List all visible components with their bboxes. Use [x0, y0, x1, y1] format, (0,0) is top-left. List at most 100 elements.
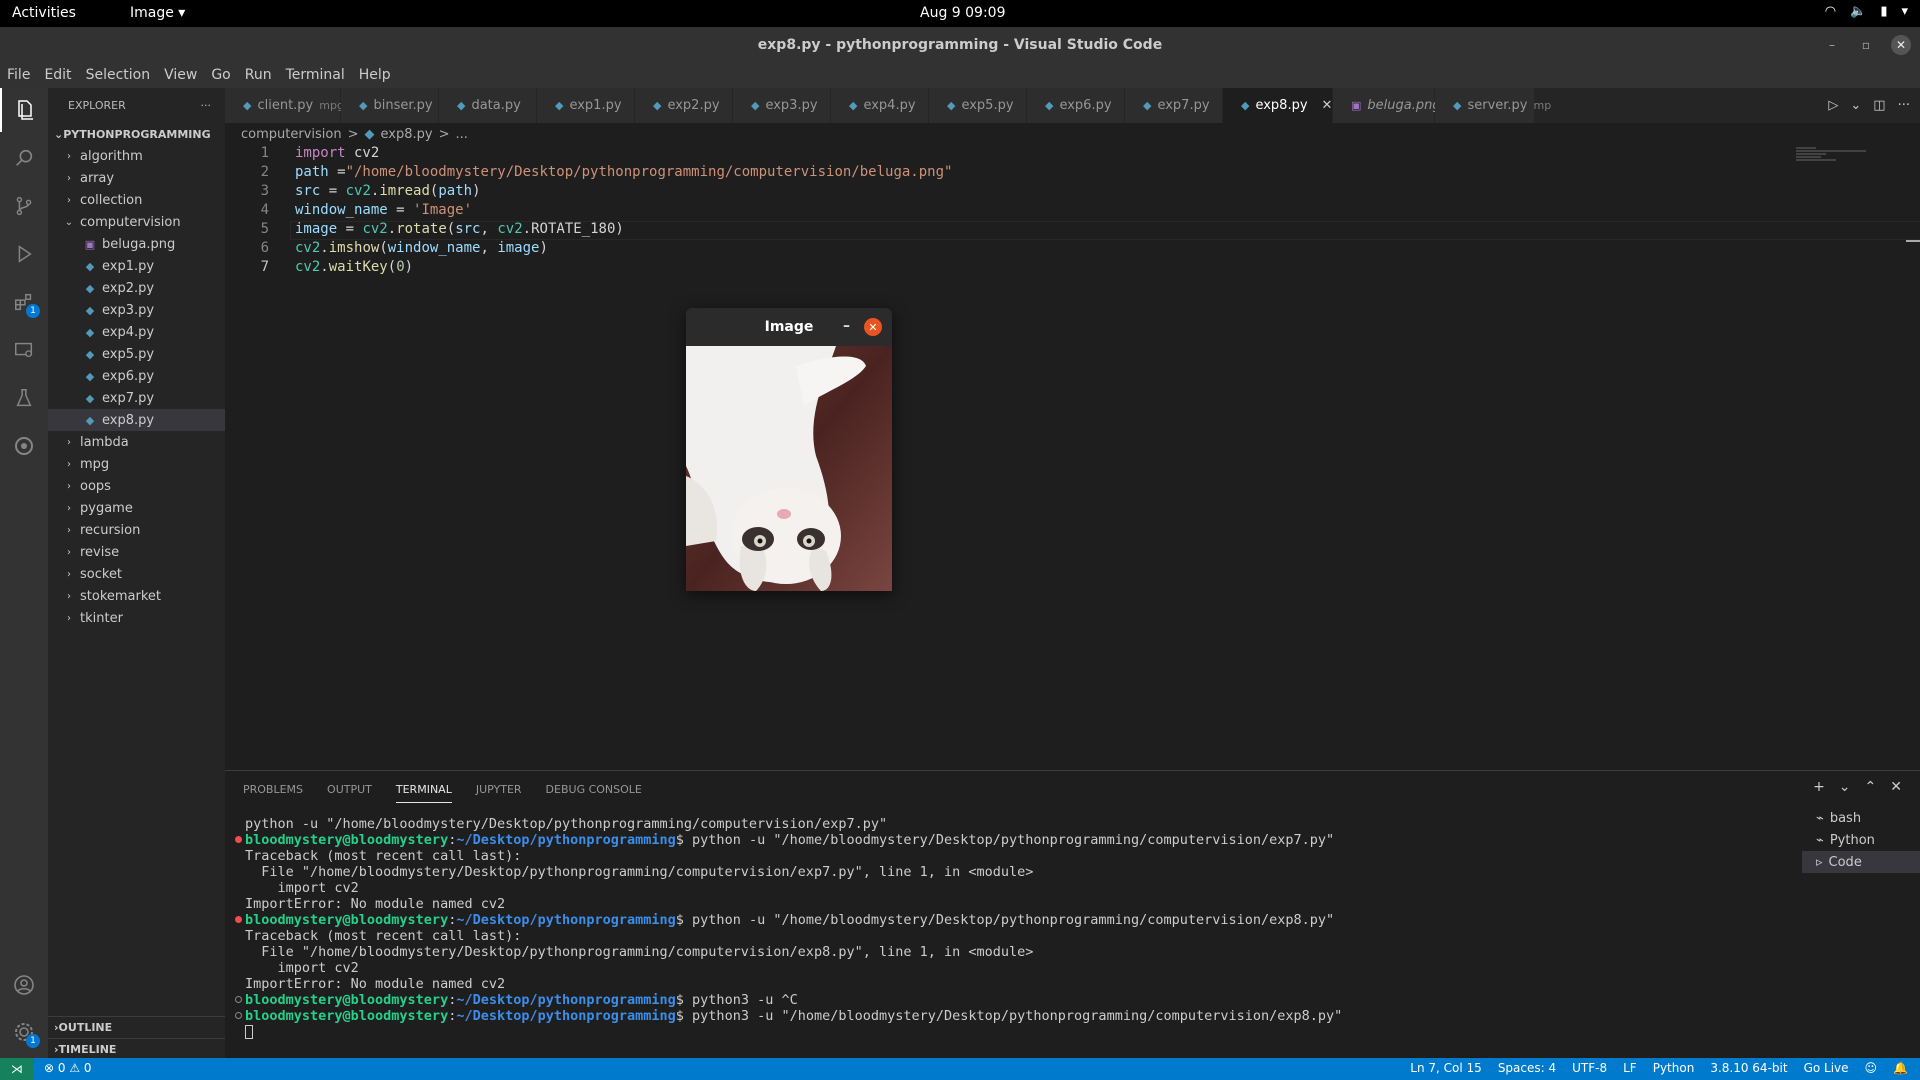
opencv-image-window[interactable]: Image – ✕: [686, 308, 892, 591]
activities-button[interactable]: Activities: [12, 5, 76, 21]
tree-folder[interactable]: › lambda: [48, 431, 225, 453]
close-window-button[interactable]: ✕: [1891, 35, 1911, 55]
tree-file[interactable]: ◆ exp2.py: [48, 277, 225, 299]
image-window-title-bar[interactable]: Image – ✕: [686, 308, 892, 346]
tab-exp2-py[interactable]: ◆ exp2.py: [635, 88, 733, 123]
accounts-icon[interactable]: [0, 963, 48, 1007]
code-line[interactable]: 3 src = cv2.imread(path): [225, 183, 481, 202]
tab-terminal[interactable]: TERMINAL: [395, 783, 452, 803]
code-line[interactable]: 2 path ="/home/bloodmystery/Desktop/pytho…: [225, 164, 953, 183]
command-decoration-icon[interactable]: [235, 996, 242, 1003]
notifications-bell-icon[interactable]: 🔔: [1893, 1061, 1908, 1075]
minimap[interactable]: [1796, 147, 1876, 167]
breadcrumb-symbol[interactable]: ...: [455, 127, 467, 142]
indentation[interactable]: Spaces: 4: [1498, 1061, 1556, 1075]
menu-view[interactable]: View: [157, 65, 204, 88]
split-editor-icon[interactable]: ◫: [1873, 98, 1885, 113]
tree-folder[interactable]: › mpg: [48, 453, 225, 475]
go-live-button[interactable]: Go Live: [1804, 1061, 1849, 1075]
menu-selection[interactable]: Selection: [79, 65, 158, 88]
tab-client-py[interactable]: ◆ client.py mpg: [225, 88, 344, 123]
breadcrumb-file[interactable]: exp8.py: [381, 127, 433, 142]
encoding[interactable]: UTF-8: [1572, 1061, 1607, 1075]
menu-edit[interactable]: Edit: [37, 65, 78, 88]
python-interpreter[interactable]: 3.8.10 64-bit: [1710, 1061, 1787, 1075]
run-debug-icon[interactable]: [0, 232, 48, 276]
tree-file[interactable]: ◆ exp7.py: [48, 387, 225, 409]
menu-file[interactable]: File: [0, 65, 37, 88]
app-menu[interactable]: Image ▾: [130, 5, 185, 21]
tree-file[interactable]: ◆ exp5.py: [48, 343, 225, 365]
editor-more-icon[interactable]: ···: [1898, 98, 1910, 113]
explorer-icon[interactable]: [0, 88, 48, 132]
cursor-position[interactable]: Ln 7, Col 15: [1410, 1061, 1482, 1075]
code-line[interactable]: 7 cv2.waitKey(0): [225, 259, 414, 278]
new-terminal-icon[interactable]: +: [1813, 779, 1825, 795]
menu-go[interactable]: Go: [204, 65, 237, 88]
terminal-item-python[interactable]: ⌁ Python: [1802, 829, 1920, 851]
tree-folder[interactable]: › oops: [48, 475, 225, 497]
remote-explorer-icon[interactable]: [0, 328, 48, 372]
command-failed-icon[interactable]: [235, 916, 242, 923]
maximize-window-button[interactable]: ▫: [1856, 35, 1876, 55]
tree-file[interactable]: ◆ exp1.py: [48, 255, 225, 277]
tab-jupyter[interactable]: JUPYTER: [476, 783, 522, 796]
tab-exp7-py[interactable]: ◆ exp7.py: [1125, 88, 1223, 123]
tree-folder[interactable]: › stokemarket: [48, 585, 225, 607]
tab-beluga-png[interactable]: ▣ beluga.png: [1333, 88, 1441, 123]
tree-file[interactable]: ◆ exp3.py: [48, 299, 225, 321]
tab-debug-console[interactable]: DEBUG CONSOLE: [546, 783, 642, 796]
outline-section[interactable]: › OUTLINE: [48, 1016, 225, 1038]
tree-folder[interactable]: › collection: [48, 189, 225, 211]
tree-folder[interactable]: › array: [48, 167, 225, 189]
settings-gear-icon[interactable]: 1: [0, 1010, 48, 1054]
maximize-panel-icon[interactable]: ⌃: [1865, 779, 1877, 795]
terminal-item-code[interactable]: ▹ Code: [1802, 851, 1920, 873]
terminal-output[interactable]: python -u "/home/bloodmystery/Desktop/py…: [235, 816, 1342, 1040]
tree-file[interactable]: ◆ exp6.py: [48, 365, 225, 387]
tab-exp3-py[interactable]: ◆ exp3.py: [733, 88, 831, 123]
tab-output[interactable]: OUTPUT: [327, 783, 372, 796]
code-line[interactable]: 1 import cv2: [225, 145, 380, 164]
search-icon[interactable]: [0, 136, 48, 180]
tree-file[interactable]: ◆ exp8.py: [48, 409, 225, 431]
tab-exp5-py[interactable]: ◆ exp5.py: [929, 88, 1027, 123]
clock[interactable]: Aug 9 09:09: [920, 5, 1006, 21]
feedback-icon[interactable]: ☺: [1865, 1061, 1878, 1075]
minimize-window-button[interactable]: –: [1822, 35, 1842, 55]
close-panel-icon[interactable]: ✕: [1890, 779, 1902, 795]
tab-exp4-py[interactable]: ◆ exp4.py: [831, 88, 929, 123]
timeline-section[interactable]: › TIMELINE: [48, 1038, 225, 1060]
tab-binser-py[interactable]: ◆ binser.py: [341, 88, 439, 123]
testing-icon[interactable]: [0, 376, 48, 420]
tree-folder[interactable]: › revise: [48, 541, 225, 563]
tab-exp1-py[interactable]: ◆ exp1.py: [537, 88, 635, 123]
image-window-close-button[interactable]: ✕: [864, 318, 882, 336]
extensions-icon[interactable]: 1: [0, 280, 48, 324]
workspace-root-folder[interactable]: ⌄ PYTHONPROGRAMMING: [48, 123, 225, 145]
command-failed-icon[interactable]: [235, 836, 242, 843]
tree-folder[interactable]: › socket: [48, 563, 225, 585]
tree-folder[interactable]: › pygame: [48, 497, 225, 519]
run-options-chevron-icon[interactable]: ⌄: [1850, 98, 1861, 113]
tree-folder[interactable]: › recursion: [48, 519, 225, 541]
breadcrumb-folder[interactable]: computervision: [241, 127, 342, 142]
source-control-icon[interactable]: [0, 184, 48, 228]
tab-data-py[interactable]: ◆ data.py: [439, 88, 537, 123]
menu-terminal[interactable]: Terminal: [279, 65, 352, 88]
menu-run[interactable]: Run: [238, 65, 279, 88]
tree-folder[interactable]: › algorithm: [48, 145, 225, 167]
tab-exp8-py[interactable]: ◆ exp8.py ✕: [1223, 88, 1333, 123]
system-tray[interactable]: ◠ 🔈 ▮ ▾: [1825, 4, 1908, 19]
tab-server-py[interactable]: ◆ server.py mp: [1435, 88, 1551, 123]
end-of-line[interactable]: LF: [1623, 1061, 1637, 1075]
code-line[interactable]: 6 cv2.imshow(window_name, image): [225, 240, 548, 259]
problems-indicator[interactable]: ⊗ 0 ⚠ 0: [44, 1061, 92, 1075]
code-editor[interactable]: 1 import cv2 2 path ="/home/bloodmystery/De…: [225, 145, 1920, 770]
more-actions-icon[interactable]: ···: [201, 99, 212, 112]
terminal-input-line[interactable]: [245, 1024, 1342, 1040]
code-line[interactable]: 5 image = cv2.rotate(src, cv2.ROTATE_180): [225, 221, 624, 240]
tree-file[interactable]: ◆ exp4.py: [48, 321, 225, 343]
code-line[interactable]: 4 window_name = 'Image': [225, 202, 472, 221]
tab-exp6-py[interactable]: ◆ exp6.py: [1027, 88, 1125, 123]
